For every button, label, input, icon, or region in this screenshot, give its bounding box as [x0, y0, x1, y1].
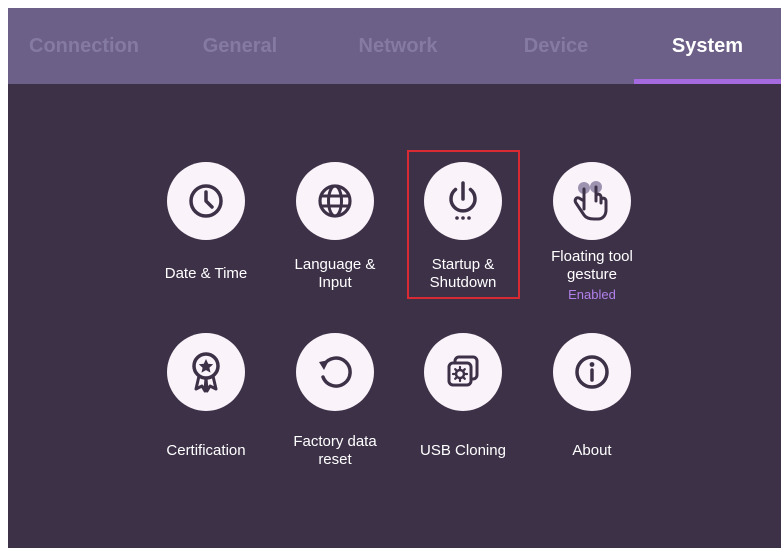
award-ribbon-icon: [167, 333, 245, 411]
tab-system[interactable]: System: [634, 8, 781, 84]
tile-label: Factory data reset: [293, 433, 377, 468]
tile-label: Language & Input: [294, 256, 376, 291]
usb-cloning-icon: [424, 333, 502, 411]
two-finger-gesture-icon: [553, 162, 631, 240]
tile-label: Floating tool gesture: [551, 248, 633, 283]
tile-label: USB Cloning: [420, 442, 506, 459]
reset-icon: [296, 333, 374, 411]
tile-usb-cloning[interactable]: USB Cloning: [408, 333, 518, 463]
selected-tile-highlight: [407, 150, 520, 299]
tile-language-input[interactable]: Language & Input: [280, 162, 390, 292]
info-icon: [553, 333, 631, 411]
clock-icon: [167, 162, 245, 240]
tile-factory-data-reset[interactable]: Factory data reset: [280, 333, 390, 468]
tile-label: Date & Time: [164, 265, 248, 282]
globe-icon: [296, 162, 374, 240]
tab-bar: Connection General Network Device System: [8, 8, 781, 84]
tile-label: Certification: [166, 442, 246, 459]
tile-about[interactable]: About: [537, 333, 647, 463]
tab-connection[interactable]: Connection: [8, 8, 160, 84]
tile-date-time[interactable]: Date & Time: [151, 162, 261, 292]
tab-general[interactable]: General: [170, 8, 310, 84]
active-tab-indicator: [634, 79, 781, 84]
tile-certification[interactable]: Certification: [151, 333, 261, 463]
tile-floating-tool-gesture[interactable]: Floating tool gesture Enabled: [537, 162, 647, 312]
tile-label: About: [572, 442, 612, 459]
system-settings-screen: Connection General Network Device System…: [8, 8, 781, 548]
tab-network[interactable]: Network: [328, 8, 468, 84]
tab-device[interactable]: Device: [486, 8, 626, 84]
gesture-status-text: Enabled: [568, 287, 616, 302]
